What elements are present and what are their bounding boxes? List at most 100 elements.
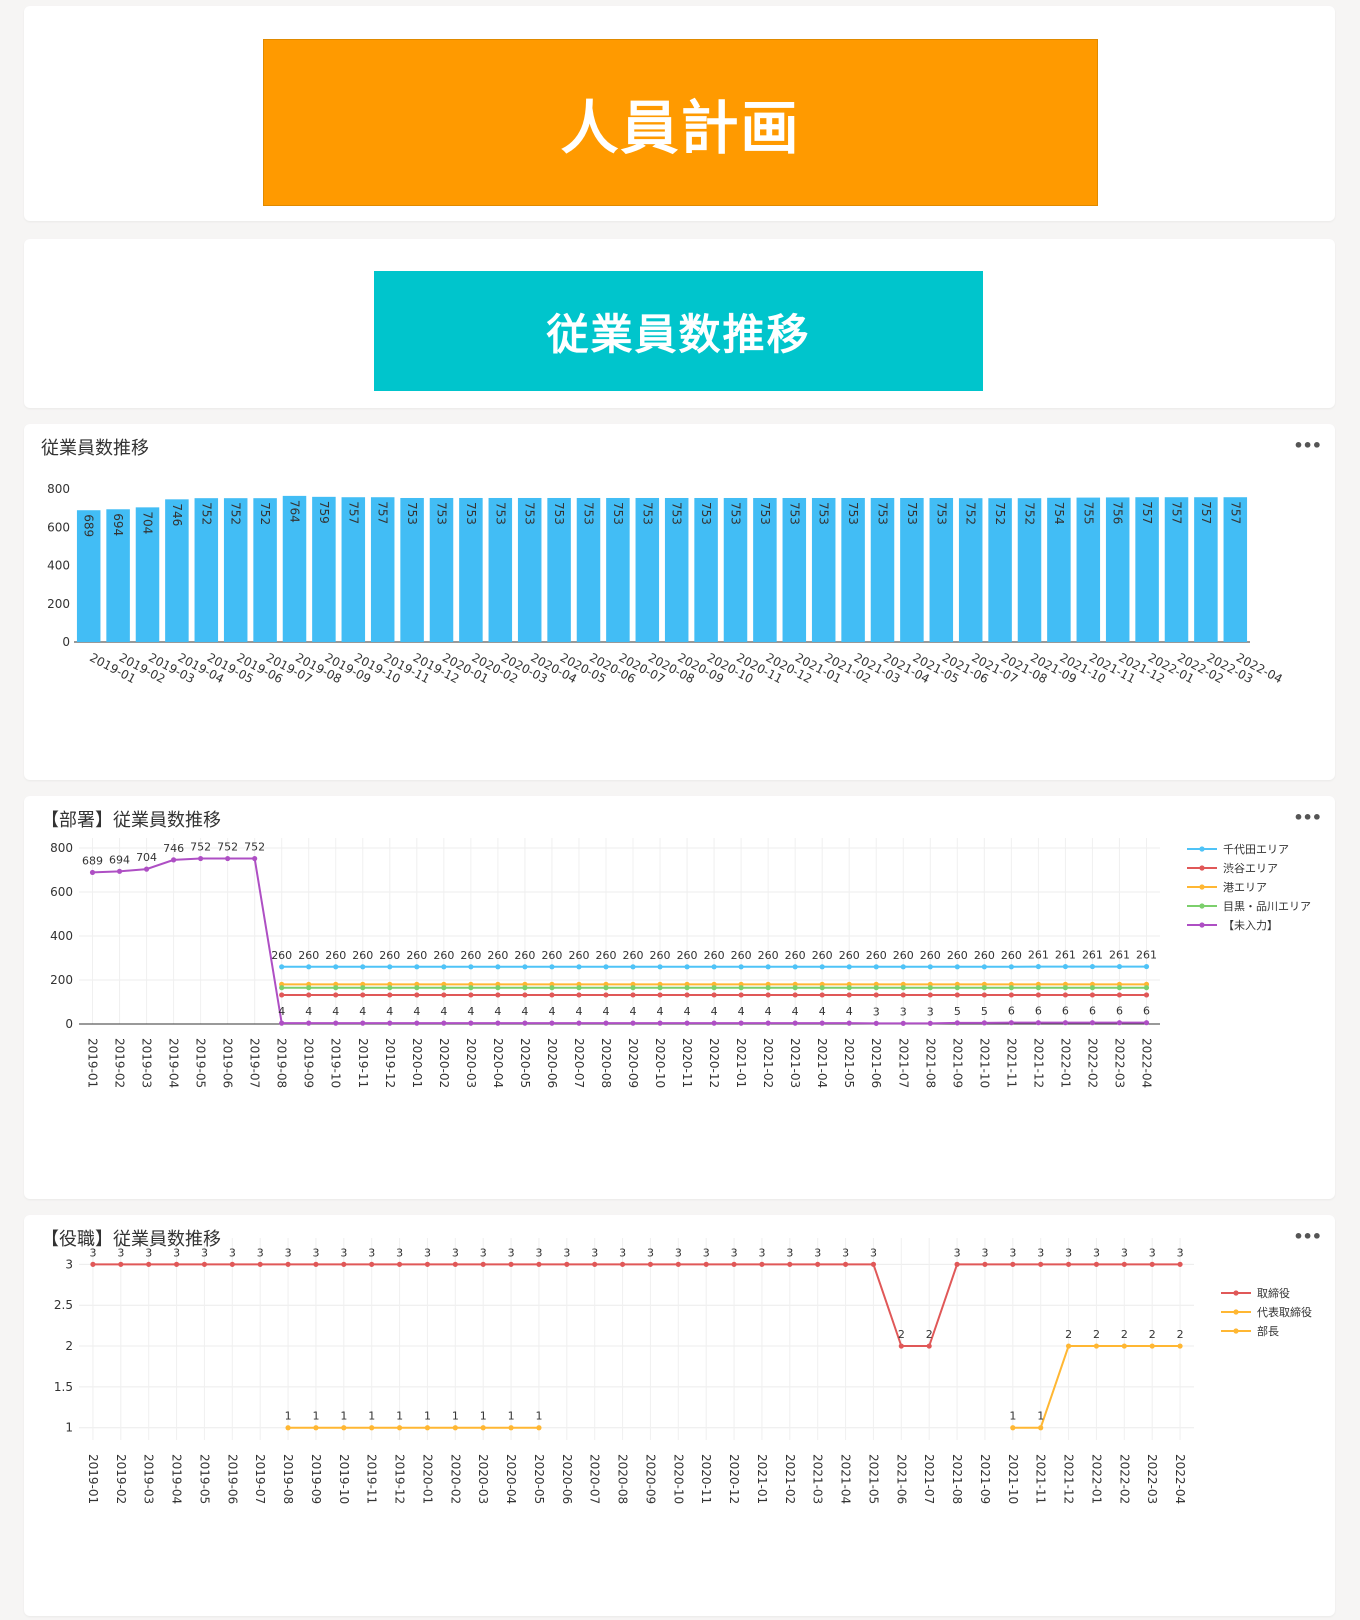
data-point [1065, 1261, 1072, 1267]
data-point [765, 992, 771, 998]
data-label: 1 [368, 1410, 375, 1423]
position-chart-card: 1 1.5 2 2.5 3 2019-01 2019-02 2019-03 2019-04 201… [24, 1215, 1335, 1616]
data-point [954, 1261, 960, 1267]
chart-title: 【役職】従業員数推移 [41, 1229, 221, 1250]
data-point [675, 1261, 681, 1267]
data-label: 260 [541, 949, 562, 962]
data-point [1177, 1261, 1183, 1267]
data-point [279, 985, 285, 991]
data-point [225, 855, 231, 862]
data-point [898, 1343, 904, 1349]
data-point [842, 1261, 849, 1267]
data-point [1008, 985, 1014, 991]
y-tick-label: 200 [47, 597, 70, 611]
data-label: 260 [785, 949, 806, 962]
data-point [1008, 964, 1014, 970]
data-label: 1 [340, 1410, 347, 1423]
data-label: 3 [647, 1246, 654, 1259]
data-point [981, 985, 987, 991]
data-label: 3 [396, 1246, 403, 1259]
y-tick-label: 200 [50, 973, 73, 987]
bar-data-label: 753 [435, 502, 449, 525]
data-point [333, 1020, 339, 1026]
legend-label: 渋谷エリア [1223, 862, 1278, 875]
data-label: 260 [947, 949, 968, 962]
more-dots-icon[interactable]: ••• [1293, 436, 1322, 455]
data-label: 260 [595, 949, 616, 962]
data-label: 1 [1037, 1410, 1044, 1423]
data-point [603, 992, 609, 998]
data-point [738, 964, 744, 970]
data-label: 4 [846, 1005, 853, 1018]
data-point [146, 1261, 152, 1267]
data-label: 260 [893, 949, 914, 962]
data-label: 3 [981, 1246, 988, 1259]
data-point [1035, 1020, 1041, 1026]
data-label: 4 [332, 1005, 339, 1018]
x-tick-label: 2021-07 [922, 1454, 936, 1504]
more-dots-icon[interactable]: ••• [1293, 808, 1322, 827]
data-label: 260 [325, 949, 346, 962]
data-point [873, 1020, 879, 1026]
data-point [495, 992, 501, 998]
data-point [1062, 985, 1069, 991]
data-point [619, 1261, 626, 1267]
bar-data-label: 757 [1199, 501, 1213, 524]
data-point [369, 1425, 375, 1431]
data-point [170, 857, 177, 863]
data-point [414, 992, 420, 998]
data-point [982, 1261, 988, 1267]
data-point [870, 1261, 877, 1267]
data-point [452, 1425, 458, 1431]
data-point [657, 992, 663, 998]
data-label: 3 [1121, 1246, 1128, 1259]
legend-marker [1199, 903, 1205, 909]
x-tick-label: 2021-01 [755, 1454, 769, 1504]
bar-data-label: 752 [229, 502, 243, 525]
data-point [313, 1261, 319, 1267]
x-tick-label: 2021-06 [869, 1038, 883, 1088]
data-point [468, 1020, 474, 1026]
data-point [1035, 992, 1041, 998]
data-point [1093, 1343, 1100, 1349]
more-dots-icon[interactable]: ••• [1293, 1227, 1322, 1246]
data-label: 5 [981, 1005, 988, 1018]
bar-data-label: 746 [170, 503, 184, 526]
x-tick-label: 2019-09 [309, 1454, 323, 1504]
x-tick-label: 2021-09 [978, 1454, 992, 1504]
x-tick-label: 2021-11 [1034, 1454, 1048, 1504]
data-point [441, 1020, 447, 1026]
data-point [1089, 1020, 1096, 1026]
x-tick-label: 2021-06 [894, 1454, 908, 1504]
data-label: 260 [677, 949, 698, 962]
data-point [387, 1020, 393, 1026]
data-label: 3 [424, 1246, 431, 1259]
data-label: 1 [424, 1410, 431, 1423]
x-tick-label: 2021-08 [923, 1038, 937, 1088]
data-point [981, 964, 987, 970]
data-label: 3 [731, 1246, 738, 1259]
data-point [116, 868, 123, 874]
data-label: 3 [1037, 1246, 1044, 1259]
x-tick-label: 2019-01 [86, 1454, 100, 1504]
data-label: 4 [305, 1005, 312, 1018]
data-point [1062, 992, 1069, 998]
data-label: 752 [244, 841, 265, 854]
data-point [684, 964, 690, 970]
data-point [792, 992, 798, 998]
data-label: 694 [109, 853, 130, 866]
data-point [1093, 1261, 1100, 1267]
data-label: 260 [487, 949, 508, 962]
position-line-chart: 1 1.5 2 2.5 3 2019-01 2019-02 2019-03 2019-04 201… [54, 1238, 1312, 1504]
data-point [468, 992, 474, 998]
x-tick-label: 2020-06 [545, 1038, 559, 1088]
x-tick-label: 2020-08 [599, 1038, 613, 1088]
bar-data-label: 752 [964, 502, 978, 525]
data-point [576, 964, 582, 970]
x-tick-label: 2020-01 [410, 1038, 424, 1088]
bar-data-label: 752 [1023, 502, 1037, 525]
bar-data-label: 753 [552, 502, 566, 525]
data-label: 3 [312, 1246, 319, 1259]
data-point [313, 1425, 319, 1431]
data-label: 3 [340, 1246, 347, 1259]
